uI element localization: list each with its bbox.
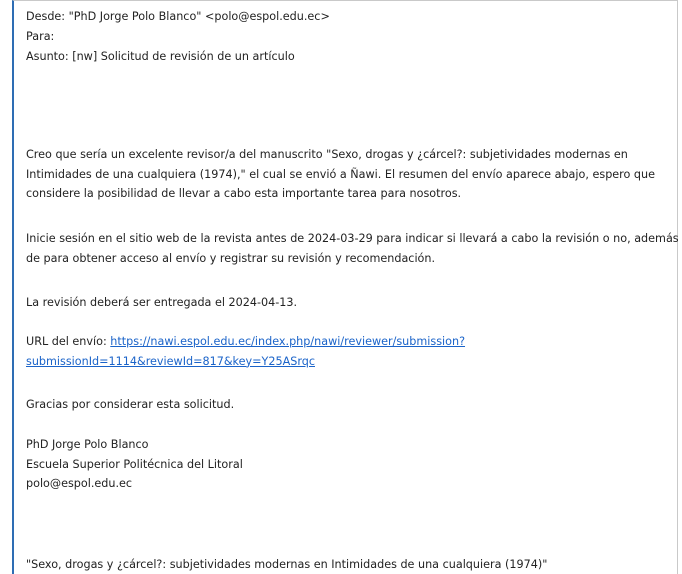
login-line: de para obtener acceso al envío y regist… xyxy=(26,251,436,265)
signature-name: PhD Jorge Polo Blanco xyxy=(26,438,149,451)
manuscript-title: "Sexo, drogas y ¿cárcel?: subjetividades… xyxy=(26,558,548,571)
signature-institution: Escuela Superior Politécnica del Litoral xyxy=(26,457,243,471)
intro-line: Intimidades de una cualquiera (1974)," e… xyxy=(26,167,656,181)
intro-line: considere la posibilidad de llevar a cab… xyxy=(26,187,462,200)
subject-header: Asunto: [nw] Solicitud de revisión de un… xyxy=(26,50,295,63)
manuscript-title-paragraph: "Sexo, drogas y ¿cárcel?: subjetividades… xyxy=(26,555,674,574)
login-line: Inicie sesión en el sitio web de la revi… xyxy=(26,232,679,245)
intro-line: Creo que sería un excelente revisor/a de… xyxy=(26,148,628,161)
submission-url-link[interactable]: https://nawi.espol.edu.ec/index.php/nawi… xyxy=(110,335,465,348)
submission-url-row: URL del envío: https://nawi.espol.edu.ec… xyxy=(26,332,674,352)
due-date-text: La revisión deberá ser entregada el 2024… xyxy=(26,296,298,309)
submission-url-paragraph: URL del envío: https://nawi.espol.edu.ec… xyxy=(26,332,674,371)
email-viewport: Desde: "PhD Jorge Polo Blanco" <polo@esp… xyxy=(0,0,682,574)
signature-block: PhD Jorge Polo Blanco Escuela Superior P… xyxy=(26,435,674,494)
submission-url-label: URL del envío: xyxy=(26,335,111,348)
from-header: Desde: "PhD Jorge Polo Blanco" <polo@esp… xyxy=(26,10,330,23)
signature-email: polo@espol.edu.ec xyxy=(26,477,133,490)
due-date-paragraph: La revisión deberá ser entregada el 2024… xyxy=(26,293,674,313)
submission-url-link-continued[interactable]: submissionId=1114&reviewId=817&key=Y25AS… xyxy=(26,355,315,368)
to-header: Para: xyxy=(26,30,55,43)
login-paragraph: Inicie sesión en el sitio web de la revi… xyxy=(26,229,679,268)
thanks-paragraph: Gracias por considerar esta solicitud. xyxy=(26,395,674,415)
thanks-text: Gracias por considerar esta solicitud. xyxy=(26,398,235,411)
submission-url-row: submissionId=1114&reviewId=817&key=Y25AS… xyxy=(26,352,674,372)
intro-paragraph: Creo que sería un excelente revisor/a de… xyxy=(26,145,674,204)
